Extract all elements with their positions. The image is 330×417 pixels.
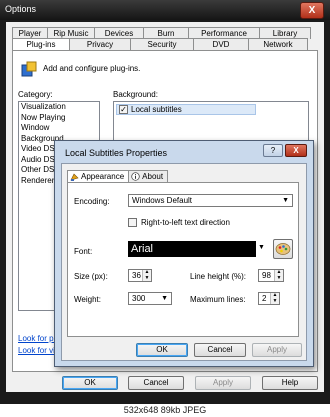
dialog-ok-button[interactable]: OK: [136, 343, 188, 357]
line-height-value: 98: [262, 271, 271, 280]
category-label: Category:: [18, 90, 53, 99]
font-dropdown-arrow[interactable]: ▼: [258, 244, 265, 251]
plug-ins-description: Add and configure plug-ins.: [43, 64, 141, 73]
appearance-panel: Encoding: Windows Default ▼ Right-to-lef…: [67, 182, 299, 337]
rtl-checkbox[interactable]: [128, 218, 137, 227]
dialog-apply-button[interactable]: Apply: [252, 343, 302, 357]
encoding-label: Encoding:: [74, 197, 110, 206]
background-item-local-subtitles[interactable]: ✓ Local subtitles: [116, 104, 256, 115]
weight-select[interactable]: 300 ▼: [128, 292, 172, 305]
tab-network[interactable]: Network: [248, 38, 308, 50]
spin-arrows-icon[interactable]: ▲ ▼: [274, 269, 283, 281]
chevron-down-icon: ▼: [161, 295, 168, 302]
image-caption: 532x648 89kb JPEG: [0, 404, 330, 417]
dialog-close-button[interactable]: X: [285, 144, 307, 157]
ok-button[interactable]: OK: [62, 376, 118, 390]
options-window: Options X Player Rip Music Devices Burn …: [0, 0, 330, 404]
size-label: Size (px):: [74, 272, 108, 281]
tab-dvd[interactable]: DVD: [193, 38, 249, 50]
category-item[interactable]: Visualization: [19, 102, 99, 113]
local-subtitles-label: Local subtitles: [131, 105, 182, 114]
dialog-title: Local Subtitles Properties: [65, 148, 168, 158]
tab-security[interactable]: Security: [130, 38, 194, 50]
maximum-lines-value: 2: [262, 294, 267, 303]
tab-about[interactable]: About: [128, 170, 169, 182]
tab-about-label: About: [142, 171, 164, 181]
size-value: 36: [132, 271, 141, 280]
dialog-body: Appearance About Encoding: Windows Defau…: [61, 163, 307, 361]
maximum-lines-stepper[interactable]: 2 ▲ ▼: [258, 292, 280, 305]
info-icon: [131, 172, 140, 181]
plug-in-icon: [21, 61, 37, 77]
maximum-lines-label: Maximum lines:: [190, 295, 246, 304]
spin-arrows-icon[interactable]: ▲ ▼: [142, 269, 151, 281]
font-label: Font:: [74, 247, 93, 256]
window-title: Options: [5, 4, 37, 14]
encoding-select[interactable]: Windows Default ▼: [128, 194, 293, 207]
rtl-label: Right-to-left text direction: [141, 218, 230, 227]
line-height-label: Line height (%):: [190, 272, 247, 281]
close-button[interactable]: X: [300, 2, 324, 19]
title-bar: Options X: [0, 0, 330, 20]
apply-button[interactable]: Apply: [195, 376, 251, 390]
spin-arrows-icon[interactable]: ▲ ▼: [270, 292, 279, 304]
chevron-down-icon: ▼: [282, 197, 289, 204]
background-label: Background:: [113, 90, 158, 99]
encoding-value: Windows Default: [132, 196, 193, 205]
appearance-icon: [70, 172, 79, 181]
tab-privacy[interactable]: Privacy: [69, 38, 131, 50]
cancel-button[interactable]: Cancel: [128, 376, 184, 390]
palette-icon: [275, 243, 291, 255]
dialog-cancel-button[interactable]: Cancel: [194, 343, 246, 357]
font-preview[interactable]: Arial: [128, 241, 256, 257]
line-height-stepper[interactable]: 98 ▲ ▼: [258, 269, 284, 282]
font-picker-button[interactable]: [273, 239, 293, 259]
local-subtitles-checkbox[interactable]: ✓: [119, 105, 128, 114]
weight-value: 300: [132, 294, 146, 303]
category-item[interactable]: Window: [19, 123, 99, 134]
category-item[interactable]: Now Playing: [19, 113, 99, 124]
dialog-help-button[interactable]: ?: [263, 144, 283, 157]
weight-label: Weight:: [74, 295, 101, 304]
help-button[interactable]: Help: [262, 376, 318, 390]
size-stepper[interactable]: 36 ▲ ▼: [128, 269, 152, 282]
local-subtitles-properties-dialog: Local Subtitles Properties ? X Appearanc…: [54, 140, 314, 367]
